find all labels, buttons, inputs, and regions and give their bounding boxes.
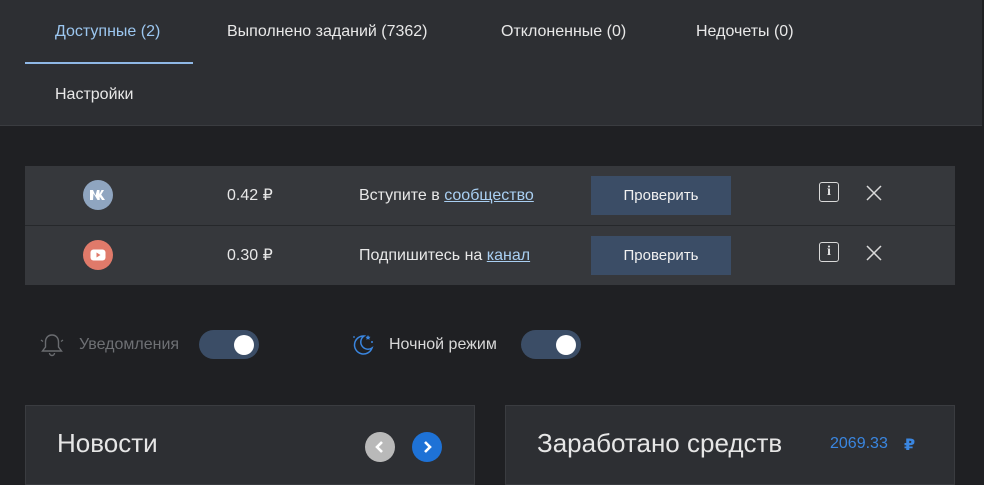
task-price: 0.42 ₽ xyxy=(227,187,273,204)
check-button[interactable]: Проверить xyxy=(591,236,731,275)
tabs-bar: Доступные (2) Выполнено заданий (7362) О… xyxy=(0,0,982,126)
toggle-knob xyxy=(556,335,576,355)
tab-settings[interactable]: Настройки xyxy=(55,63,133,125)
task-list: 0.42 ₽ Вступите в сообщество Проверить i… xyxy=(25,166,955,285)
currency-icon: ₽ xyxy=(904,437,916,454)
info-icon[interactable]: i xyxy=(819,182,839,202)
vk-icon xyxy=(83,180,113,210)
next-news-button[interactable] xyxy=(412,432,442,462)
close-icon[interactable] xyxy=(865,244,883,262)
close-icon[interactable] xyxy=(865,184,883,202)
night-mode-option: Ночной режим xyxy=(348,330,588,360)
task-row: 0.30 ₽ Подпишитесь на канал Проверить i xyxy=(25,226,955,285)
channel-link[interactable]: канал xyxy=(487,247,530,264)
chevron-left-icon xyxy=(375,441,383,453)
earnings-title: Заработано средств xyxy=(537,428,783,458)
earnings-amount: 2069.33 xyxy=(830,435,888,452)
prev-news-button[interactable] xyxy=(365,432,395,462)
night-mode-toggle[interactable] xyxy=(521,330,581,359)
tab-shortcomings[interactable]: Недочеты (0) xyxy=(696,0,794,62)
notifications-option: Уведомления xyxy=(38,330,268,360)
task-price: 0.30 ₽ xyxy=(227,247,273,264)
toggle-knob xyxy=(234,335,254,355)
tab-rejected[interactable]: Отклоненные (0) xyxy=(501,0,626,62)
youtube-icon xyxy=(83,240,113,270)
community-link[interactable]: сообщество xyxy=(444,187,534,204)
notifications-toggle[interactable] xyxy=(199,330,259,359)
task-row: 0.42 ₽ Вступите в сообщество Проверить i xyxy=(25,166,955,226)
task-text: Подпишитесь на xyxy=(359,247,487,264)
moon-stars-icon xyxy=(353,335,374,355)
bell-icon xyxy=(40,334,64,357)
tab-completed[interactable]: Выполнено заданий (7362) xyxy=(227,0,428,62)
active-tab-indicator xyxy=(25,62,193,64)
earnings-card: Заработано средств 2069.33 ₽ xyxy=(505,405,955,485)
news-title: Новости xyxy=(57,428,158,458)
task-description: Вступите в сообщество xyxy=(359,166,534,225)
info-icon[interactable]: i xyxy=(819,242,839,262)
night-mode-label: Ночной режим xyxy=(389,336,497,353)
notifications-label: Уведомления xyxy=(79,336,180,353)
chevron-right-icon xyxy=(424,441,432,453)
news-card: Новости xyxy=(25,405,475,485)
task-text: Вступите в xyxy=(359,187,445,204)
task-description: Подпишитесь на канал xyxy=(359,226,530,285)
tab-available[interactable]: Доступные (2) xyxy=(55,0,160,62)
check-button[interactable]: Проверить xyxy=(591,176,731,215)
